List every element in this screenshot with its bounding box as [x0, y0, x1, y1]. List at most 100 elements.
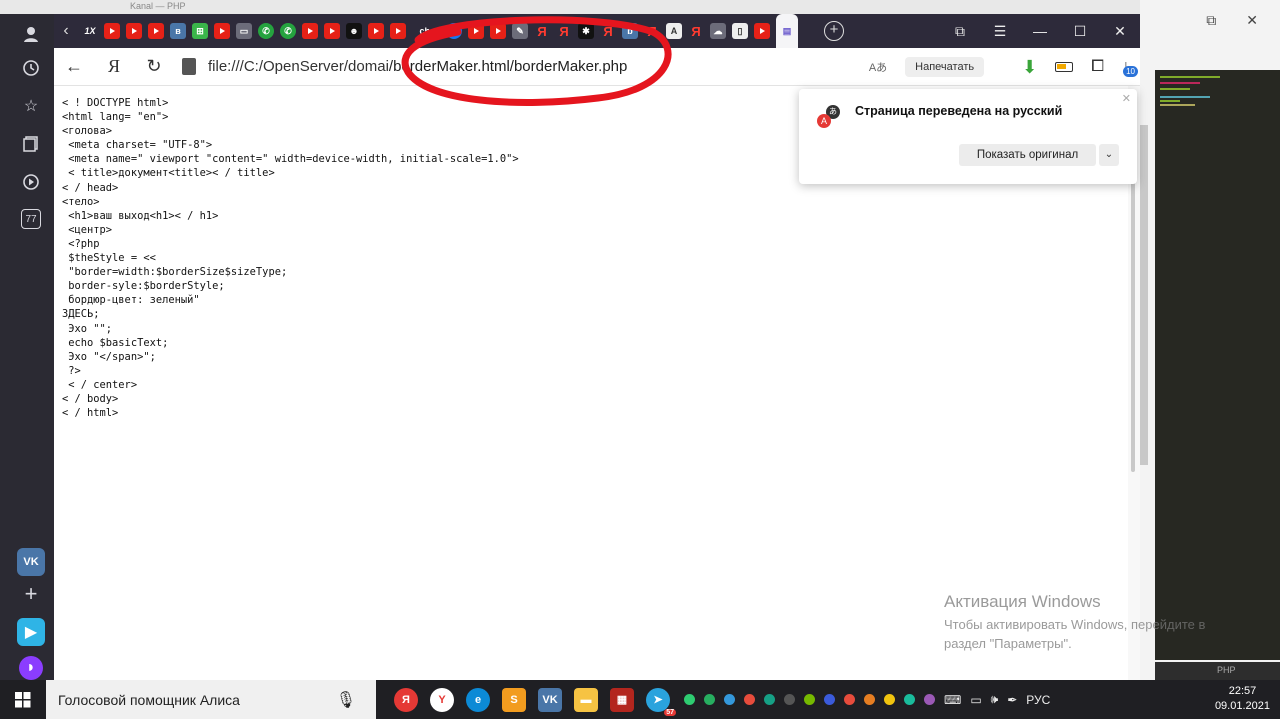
- alice-assistant-icon[interactable]: ◗: [19, 656, 43, 680]
- tab-ch[interactable]: ch.: [412, 23, 440, 39]
- tray-app-icon[interactable]: [724, 694, 735, 705]
- tab-youtube[interactable]: [214, 23, 230, 39]
- url-field[interactable]: file:///C:/OpenServer/domai/borderMaker.…: [208, 58, 627, 75]
- code-line: <meta name=" viewport "content=" width=d…: [62, 153, 519, 166]
- tab-misc[interactable]: ☁: [710, 23, 726, 39]
- tab-youtube[interactable]: [126, 23, 142, 39]
- keyboard-icon[interactable]: ⌨: [944, 693, 961, 707]
- maximize-button[interactable]: ☐: [1060, 23, 1100, 40]
- tab-yandex[interactable]: Я: [688, 23, 704, 39]
- battery-saver-icon[interactable]: [1055, 62, 1074, 72]
- tray-app-icon[interactable]: [844, 694, 855, 705]
- toolbar-right: Aあ Напечатать ⬇ ⧠ ↓10: [869, 48, 1138, 86]
- tray-app-icon[interactable]: [764, 694, 775, 705]
- collections-button[interactable]: ⧉: [940, 23, 980, 40]
- vk-icon[interactable]: VK: [538, 687, 562, 712]
- translate-icon[interactable]: Aあ: [869, 59, 887, 75]
- file-explorer-icon[interactable]: ▬: [574, 687, 598, 712]
- restore-icon[interactable]: ⧉: [1206, 12, 1216, 29]
- winrar-icon[interactable]: ▦: [610, 687, 634, 712]
- back-arrow-icon[interactable]: ←: [54, 56, 94, 77]
- battery-icon[interactable]: ▭: [970, 693, 981, 707]
- downloads-icon[interactable]: ↓10: [1122, 58, 1138, 77]
- tab-whatsapp[interactable]: ✆: [280, 23, 296, 39]
- reload-icon[interactable]: ↻: [134, 56, 174, 77]
- tab-vk[interactable]: в: [170, 23, 186, 39]
- download-arrow-icon[interactable]: ⬇: [1022, 57, 1037, 78]
- code-line: border-syle:$borderStyle;: [62, 280, 225, 293]
- tab-monitor[interactable]: ▭: [236, 23, 252, 39]
- yandex-icon[interactable]: Y: [430, 687, 454, 712]
- tab-document[interactable]: ▯: [732, 23, 748, 39]
- extensions-icon[interactable]: ⧠: [1091, 58, 1104, 76]
- collections-icon[interactable]: [17, 130, 45, 158]
- tray-app-icon[interactable]: [824, 694, 835, 705]
- new-tab-button[interactable]: +: [824, 21, 844, 41]
- tab-yandex[interactable]: Я: [600, 23, 616, 39]
- tab-whatsapp[interactable]: ✆: [258, 23, 274, 39]
- menu-button[interactable]: ☰: [980, 23, 1020, 40]
- tab-misc[interactable]: ✎: [512, 23, 528, 39]
- tab-youtube[interactable]: [490, 23, 506, 39]
- tab-yandex[interactable]: Я: [644, 23, 660, 39]
- tray-app-icon[interactable]: [884, 694, 895, 705]
- windows-start-icon[interactable]: [0, 691, 46, 708]
- microphone-icon[interactable]: 🎙: [336, 690, 356, 710]
- tray-shield-icon[interactable]: [684, 694, 695, 705]
- tray-app-icon[interactable]: [784, 694, 795, 705]
- code-line: <html lang= "en">: [62, 111, 169, 124]
- tab-a[interactable]: A: [666, 23, 682, 39]
- language-indicator[interactable]: РУС: [1026, 693, 1050, 707]
- telegram-icon[interactable]: ➤ 57: [646, 687, 676, 716]
- tabs-scroll-left-icon[interactable]: ‹: [54, 22, 78, 40]
- volume-icon[interactable]: 🕪: [991, 692, 999, 707]
- yandex-home-icon[interactable]: Я: [94, 56, 134, 77]
- tray-nvidia-icon[interactable]: [804, 694, 815, 705]
- tray-app-icon[interactable]: [904, 694, 915, 705]
- tab-yandex[interactable]: Я: [556, 23, 572, 39]
- messenger-icon[interactable]: ▶: [17, 618, 45, 646]
- tab-youtube[interactable]: [754, 23, 770, 39]
- media-play-icon[interactable]: [17, 168, 45, 196]
- alice-search-box[interactable]: Голосовой помощник Алиса 🎙: [46, 680, 376, 719]
- tab-windows[interactable]: ⊞: [192, 23, 208, 39]
- close-icon[interactable]: ✕: [1122, 92, 1131, 105]
- tray-app-icon[interactable]: [924, 694, 935, 705]
- tray-record-icon[interactable]: [744, 694, 755, 705]
- tray-flag-icon[interactable]: [704, 694, 715, 705]
- tab-youtube[interactable]: [302, 23, 318, 39]
- add-panel-icon[interactable]: +: [17, 580, 45, 608]
- tab-youtube[interactable]: [390, 23, 406, 39]
- code-line: echo $basicText;: [62, 336, 169, 349]
- history-icon[interactable]: [17, 54, 45, 82]
- profile-icon[interactable]: [17, 20, 45, 48]
- code-line: < / body>: [62, 392, 119, 405]
- counter-badge-icon[interactable]: 77: [21, 209, 41, 229]
- yandex-browser-icon[interactable]: Я: [394, 687, 418, 712]
- tab-b[interactable]: b: [622, 23, 638, 39]
- system-clock[interactable]: 22:57 09.01.2021: [1215, 684, 1270, 714]
- minimize-button[interactable]: —: [1020, 23, 1060, 39]
- tab-youtube[interactable]: [104, 23, 120, 39]
- tab-active-file[interactable]: ▤: [776, 14, 798, 48]
- tab-facebook[interactable]: f: [446, 23, 462, 39]
- vk-icon[interactable]: VK: [17, 548, 45, 576]
- tab-youtube[interactable]: [468, 23, 484, 39]
- show-original-button[interactable]: Показать оригинал: [959, 144, 1096, 166]
- tray-app-icon[interactable]: [864, 694, 875, 705]
- print-button[interactable]: Напечатать: [905, 57, 985, 77]
- tab-youtube[interactable]: [324, 23, 340, 39]
- tab-yandex[interactable]: Я: [534, 23, 550, 39]
- sublime-text-icon[interactable]: S: [502, 687, 526, 712]
- tab-youtube[interactable]: [368, 23, 384, 39]
- chevron-down-icon[interactable]: ⌄: [1099, 144, 1119, 166]
- close-icon[interactable]: ✕: [1246, 12, 1258, 29]
- pen-icon[interactable]: ✒: [1007, 693, 1017, 707]
- bookmarks-star-icon[interactable]: ☆: [17, 92, 45, 120]
- tab-ninja[interactable]: ☻: [346, 23, 362, 39]
- edge-icon[interactable]: e: [466, 687, 490, 712]
- tab-youtube[interactable]: [148, 23, 164, 39]
- close-button[interactable]: ✕: [1100, 23, 1140, 40]
- tab-1xbet[interactable]: 1X: [82, 23, 98, 39]
- tab-misc[interactable]: ✱: [578, 23, 594, 39]
